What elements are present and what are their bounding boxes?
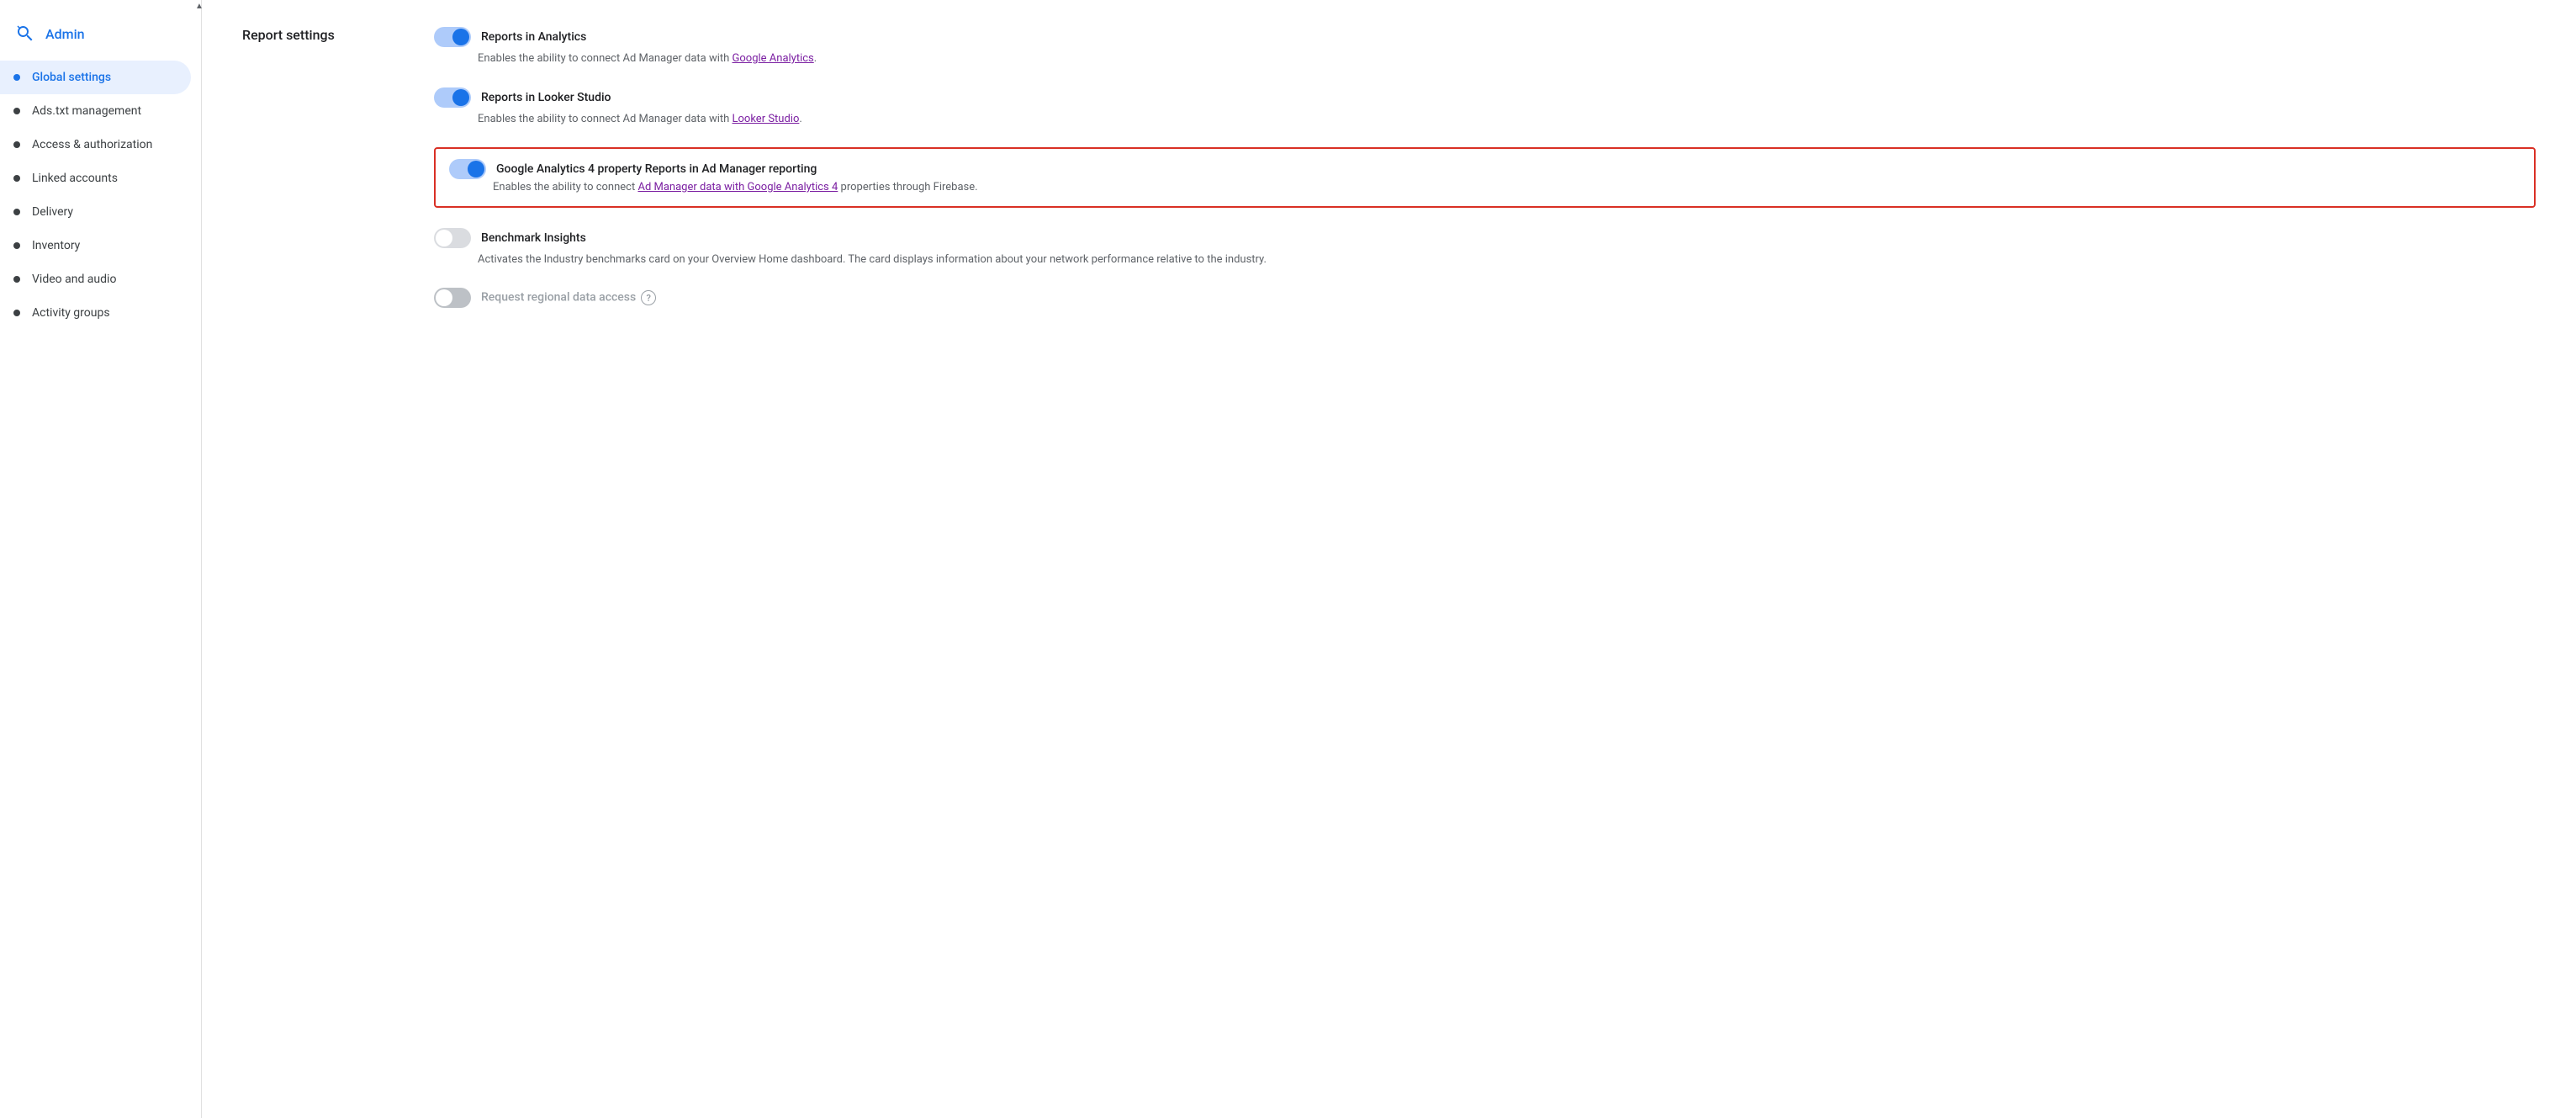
sidebar-item-global-settings[interactable]: Global settings	[0, 61, 191, 94]
setting-link-reports-in-analytics[interactable]: Google Analytics	[733, 52, 814, 65]
setting-description-benchmark-insights: Activates the Industry benchmarks card o…	[434, 252, 2536, 268]
sidebar-item-delivery[interactable]: Delivery	[0, 195, 191, 229]
toggle-reports-in-looker-studio[interactable]	[434, 87, 471, 108]
settings-list: Reports in Analytics Enables the ability …	[434, 27, 2536, 308]
help-icon[interactable]: ?	[641, 290, 656, 305]
sidebar-item-label: Global settings	[32, 71, 111, 84]
sidebar-item-label: Access & authorization	[32, 138, 152, 151]
toggle-thumb	[452, 89, 469, 106]
setting-item-request-regional-data-access: Request regional data access?	[434, 288, 2536, 308]
sidebar-item-label: Video and audio	[32, 273, 116, 286]
toggle-thumb	[436, 230, 452, 246]
sidebar-items: Global settings Ads.txt management Access …	[0, 61, 201, 330]
setting-item-highlighted-ga4-reports: Google Analytics 4 property Reports in A…	[434, 147, 2536, 208]
setting-link-ga4-reports[interactable]: Ad Manager data with Google Analytics 4	[637, 181, 838, 193]
setting-label-benchmark-insights: Benchmark Insights	[481, 231, 586, 245]
setting-header-reports-in-looker-studio: Reports in Looker Studio	[434, 87, 2536, 108]
nav-dot	[13, 242, 20, 249]
sidebar-item-label: Activity groups	[32, 306, 110, 320]
setting-label-reports-in-analytics: Reports in Analytics	[481, 30, 586, 44]
sidebar-item-label: Inventory	[32, 239, 80, 252]
sidebar-item-ads-txt-management[interactable]: Ads.txt management	[0, 94, 191, 128]
setting-label-ga4-reports: Google Analytics 4 property Reports in A…	[496, 162, 817, 176]
sidebar-item-video-and-audio[interactable]: Video and audio	[0, 262, 191, 296]
setting-description-ga4-reports: Enables the ability to connect Ad Manage…	[449, 179, 2520, 196]
toggle-thumb	[452, 29, 469, 45]
admin-icon	[13, 22, 37, 45]
setting-label-request-regional-data-access: Request regional data access?	[481, 290, 656, 305]
setting-description-reports-in-analytics: Enables the ability to connect Ad Manage…	[434, 50, 2536, 67]
setting-label-reports-in-looker-studio: Reports in Looker Studio	[481, 91, 611, 104]
section-title: Report settings	[242, 27, 394, 43]
setting-description-reports-in-looker-studio: Enables the ability to connect Ad Manage…	[434, 111, 2536, 128]
nav-dot	[13, 310, 20, 316]
setting-header-benchmark-insights: Benchmark Insights	[434, 228, 2536, 248]
sidebar-item-activity-groups[interactable]: Activity groups	[0, 296, 191, 330]
sidebar-item-label: Linked accounts	[32, 172, 118, 185]
toggle-reports-in-analytics[interactable]	[434, 27, 471, 47]
setting-item-benchmark-insights: Benchmark Insights Activates the Industry…	[434, 228, 2536, 268]
sidebar-item-access-authorization[interactable]: Access & authorization	[0, 128, 191, 162]
sidebar-item-label: Ads.txt management	[32, 104, 141, 118]
nav-dot	[13, 141, 20, 148]
nav-dot	[13, 74, 20, 81]
toggle-request-regional-data-access[interactable]	[434, 288, 471, 308]
setting-link-reports-in-looker-studio[interactable]: Looker Studio	[733, 113, 800, 125]
toggle-benchmark-insights[interactable]	[434, 228, 471, 248]
setting-header-reports-in-analytics: Reports in Analytics	[434, 27, 2536, 47]
toggle-thumb	[468, 161, 484, 178]
admin-label: Admin	[45, 26, 85, 42]
sidebar-item-inventory[interactable]: Inventory	[0, 229, 191, 262]
setting-item-reports-in-looker-studio: Reports in Looker Studio Enables the abil…	[434, 87, 2536, 128]
setting-header-request-regional-data-access: Request regional data access?	[434, 288, 2536, 308]
sidebar-item-label: Delivery	[32, 205, 73, 219]
toggle-ga4-reports[interactable]	[449, 159, 486, 179]
nav-dot	[13, 209, 20, 215]
nav-dot	[13, 108, 20, 114]
main-content: Report settings Reports in Analytics Enab…	[202, 0, 2576, 1118]
sidebar: Admin Global settings Ads.txt management A…	[0, 0, 202, 1118]
sidebar-item-linked-accounts[interactable]: Linked accounts	[0, 162, 191, 195]
nav-dot	[13, 175, 20, 182]
nav-dot	[13, 276, 20, 283]
setting-header-ga4-reports: Google Analytics 4 property Reports in A…	[449, 159, 2520, 179]
setting-item-reports-in-analytics: Reports in Analytics Enables the ability …	[434, 27, 2536, 67]
toggle-thumb	[436, 289, 452, 306]
admin-header[interactable]: Admin	[0, 13, 201, 61]
